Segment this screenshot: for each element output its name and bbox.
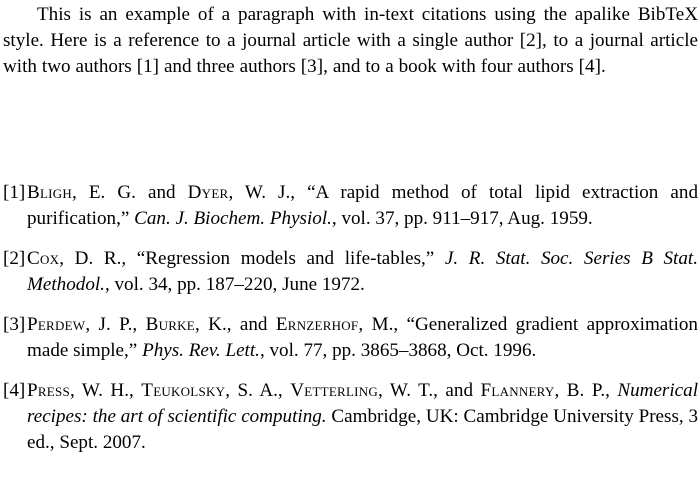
bib-publication-details: , vol. 77, pp. 3865–3868, Oct. 1996. <box>259 340 537 362</box>
bib-publication-details: , vol. 34, pp. 187–220, June 1972. <box>104 274 365 296</box>
bib-author-initials: , J. P., <box>85 313 146 335</box>
bib-author-surname: Ernzerhof <box>275 313 359 335</box>
bib-author-surname: Perdew <box>27 313 86 335</box>
bib-text-2: Cox, D. R., “Regression models and life-… <box>27 246 698 298</box>
bibliography-entry-3: [3] Perdew, J. P., Burke, K., and Ernzer… <box>3 312 698 364</box>
bib-author-initials: , B. P., <box>554 379 618 401</box>
bib-author-initials: , W. H., <box>69 379 142 401</box>
bib-author-surname: Bligh <box>27 182 73 203</box>
bib-author-initials: , D. R., <box>59 247 137 269</box>
bib-label-3: [3] <box>3 313 26 335</box>
bib-article-title: “Regression models and life-tables,” <box>136 247 445 269</box>
bib-label-1: [1] <box>3 182 26 203</box>
bib-author-surname: Dyer <box>187 182 229 203</box>
bib-text-4: Press, W. H., Teukolsky, S. A., Vetterli… <box>27 378 698 457</box>
bib-text-1: Bligh, E. G. and Dyer, W. J., “A rapid m… <box>27 180 698 232</box>
bib-journal-title: Phys. Rev. Lett. <box>142 340 260 362</box>
intro-paragraph: This is an example of a paragraph with i… <box>3 4 698 78</box>
bibliography-entry-2: [2] Cox, D. R., “Regression models and l… <box>3 246 698 298</box>
bib-author-surname: Cox <box>27 247 60 269</box>
bib-author-surname: Vetterling <box>290 379 378 401</box>
bib-journal-title: Can. J. Biochem. Physiol. <box>134 208 332 230</box>
bib-author-initials: , W. T., and <box>378 379 481 401</box>
bib-text-3: Perdew, J. P., Burke, K., and Ernzerhof,… <box>27 312 698 364</box>
bibliography-list: [1] Bligh, E. G. and Dyer, W. J., “A rap… <box>3 180 698 456</box>
document-page: This is an example of a paragraph with i… <box>0 0 700 501</box>
bib-author-initials: , W. J., <box>228 182 308 203</box>
bib-label-4: [4] <box>3 379 26 401</box>
bib-author-initials: , K., and <box>194 313 276 335</box>
bib-author-surname: Burke <box>145 313 195 335</box>
bib-author-initials: , S. A., <box>225 379 291 401</box>
bib-publication-details: , vol. 37, pp. 911–917, Aug. 1959. <box>331 208 593 230</box>
bib-author-initials: , M., <box>358 313 407 335</box>
bibliography-entry-4: [4] Press, W. H., Teukolsky, S. A., Vett… <box>3 378 698 457</box>
bib-author-surname: Press <box>27 379 70 401</box>
bibliography-entry-1: [1] Bligh, E. G. and Dyer, W. J., “A rap… <box>3 180 698 232</box>
bib-author-surname: Flannery <box>480 379 555 401</box>
bib-label-2: [2] <box>3 247 26 269</box>
bib-author-surname: Teukolsky <box>141 379 226 401</box>
bib-author-initials: , E. G. and <box>72 182 188 203</box>
